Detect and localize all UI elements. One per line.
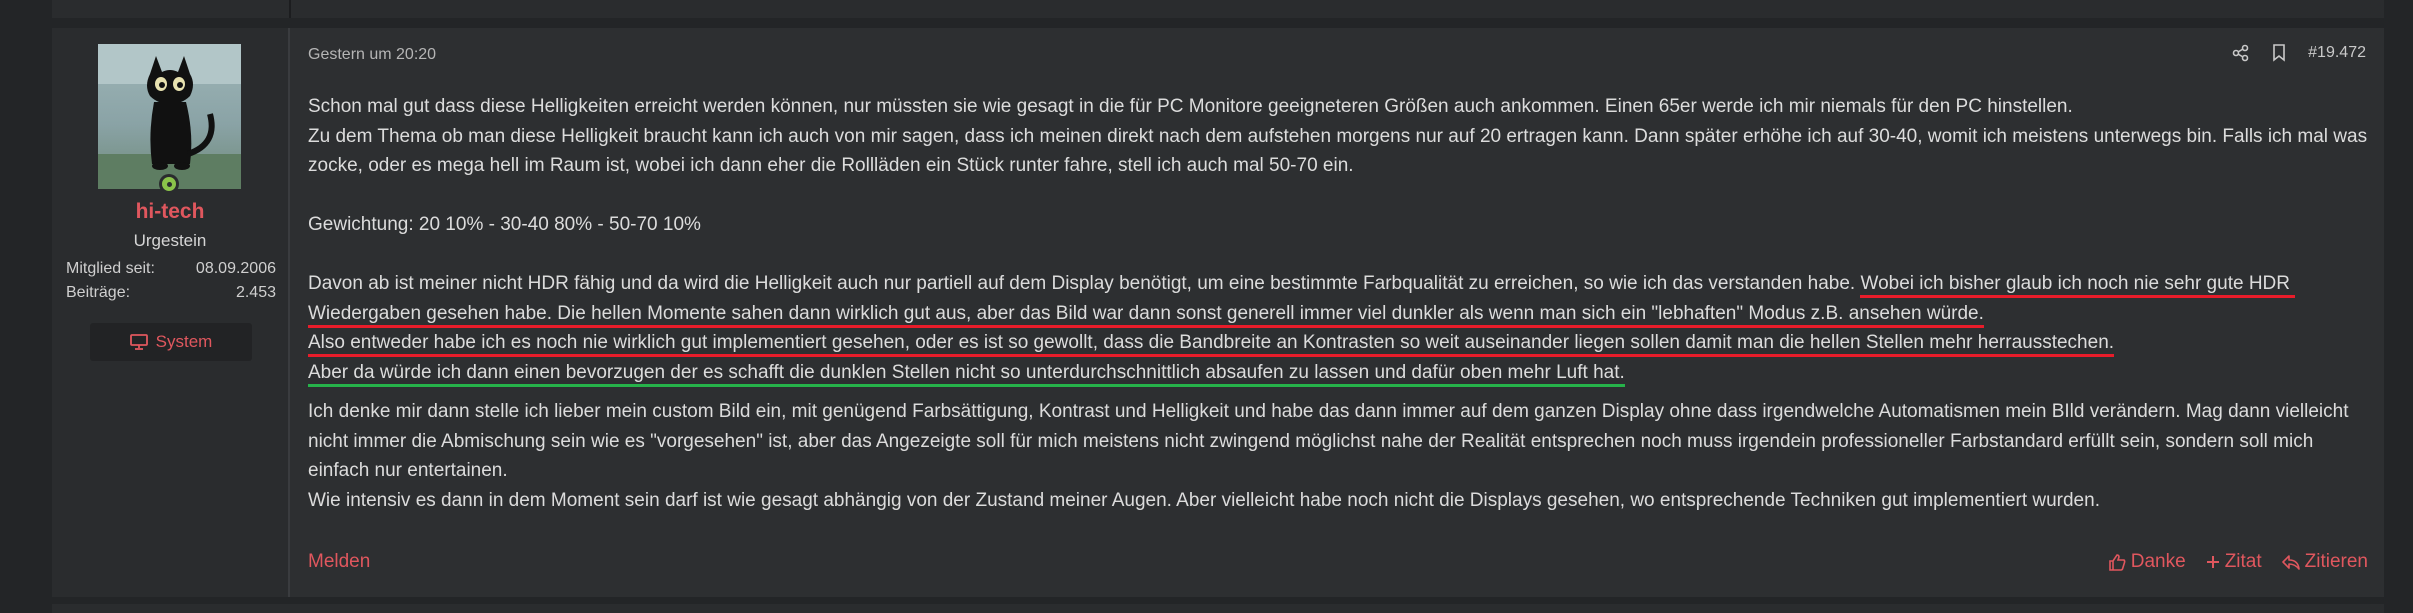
thanks-label: Danke: [2130, 551, 2186, 572]
stat-joined: Mitglied seit: 08.09.2006: [66, 260, 276, 278]
cat-avatar-image: [98, 44, 241, 189]
paragraph: Davon ab ist meiner nicht HDR fähig und …: [308, 269, 2368, 328]
reply-icon: [2281, 554, 2300, 570]
report-link[interactable]: Melden: [308, 551, 370, 573]
divider: [289, 0, 291, 18]
paragraph: Ich denke mir dann stelle ich lieber mei…: [308, 401, 2354, 481]
next-post-edge: [52, 604, 2384, 613]
paragraph: Schon mal gut dass diese Helligkeiten er…: [308, 96, 2073, 117]
avatar[interactable]: [98, 44, 241, 189]
share-icon[interactable]: [2232, 44, 2250, 62]
stat-label: Mitglied seit:: [66, 260, 155, 277]
paragraph: Wie intensiv es dann in dem Moment sein …: [308, 489, 2100, 511]
paragraph: Zu dem Thema ob man diese Helligkeit bra…: [308, 125, 2373, 177]
stat-posts: Beiträge: 2.453: [66, 284, 276, 302]
green-underlined-text: Aber da würde ich dann einen bevorzugen …: [308, 361, 1625, 387]
paragraph-text: Davon ab ist meiner nicht HDR fähig und …: [308, 273, 1861, 294]
monitor-icon: [129, 334, 148, 350]
system-button-label: System: [155, 332, 213, 351]
post-actions: #19.472: [2232, 44, 2366, 62]
username[interactable]: hi-tech: [52, 200, 288, 224]
thumbs-up-icon: [2108, 553, 2126, 571]
post-number[interactable]: #19.472: [2308, 44, 2366, 62]
stat-value: 08.09.2006: [195, 260, 276, 277]
previous-post-edge: [52, 0, 2384, 18]
stat-value: 2.453: [235, 284, 276, 301]
user-panel: hi-tech Urgestein Mitglied seit: 08.09.2…: [52, 28, 290, 597]
paragraph: Also entweder habe ich es noch nie wirkl…: [308, 328, 2368, 358]
thanks-button[interactable]: Danke: [2108, 551, 2186, 573]
post-footer-actions: Danke Zitat Zitieren: [2108, 551, 2368, 573]
quote-button[interactable]: Zitat: [2206, 551, 2262, 573]
system-button[interactable]: System: [90, 323, 252, 361]
forum-post: hi-tech Urgestein Mitglied seit: 08.09.2…: [52, 28, 2384, 597]
online-status-icon: [159, 174, 179, 194]
red-yellow-underlined-text: Also entweder habe ich es noch nie wirkl…: [308, 332, 2115, 357]
bookmark-icon[interactable]: [2272, 44, 2286, 62]
paragraph: Gewichtung: 20 10% - 30-40 80% - 50-70 1…: [308, 214, 701, 235]
stat-label: Beiträge:: [66, 284, 131, 301]
post-date[interactable]: Gestern um 20:20: [308, 46, 436, 64]
user-rank: Urgestein: [133, 231, 207, 250]
post-body: Schon mal gut dass diese Helligkeiten er…: [308, 92, 2368, 515]
reply-button[interactable]: Zitieren: [2281, 551, 2368, 573]
reply-label: Zitieren: [2304, 551, 2368, 572]
quote-label: Zitat: [2224, 551, 2262, 572]
post-content: Gestern um 20:20 #19.472 Schon mal gut d…: [306, 28, 2384, 597]
plus-icon: [2206, 556, 2219, 568]
paragraph: Aber da würde ich dann einen bevorzugen …: [308, 358, 2368, 388]
